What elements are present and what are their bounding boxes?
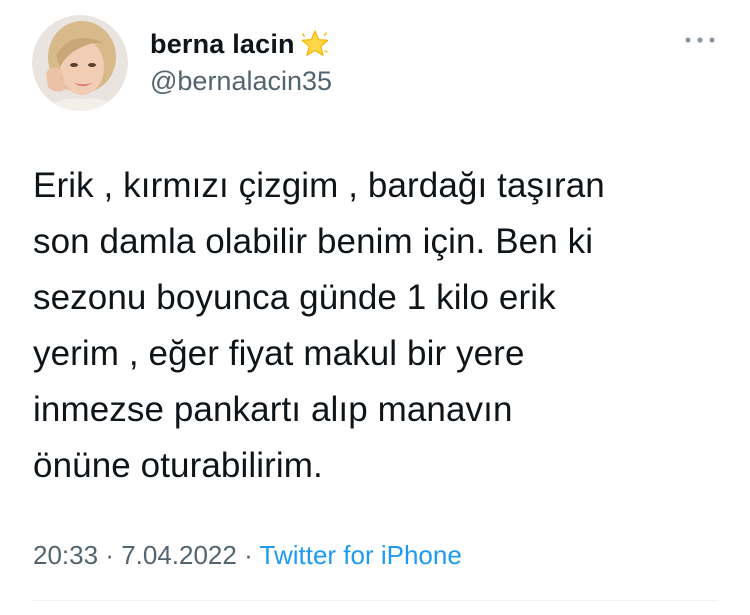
display-name-row[interactable]: berna lacin <box>150 27 331 61</box>
more-options-icon[interactable] <box>683 30 717 50</box>
tweet-text-line: önüne oturabilirim. <box>33 446 323 485</box>
tweet-meta: 20:33 · 7.04.2022 · Twitter for iPhone <box>33 540 462 571</box>
meta-separator: · <box>236 540 260 570</box>
tweet-text-line: yerim , eğer fiyat makul bir yere <box>33 334 525 373</box>
tweet-text-line: Erik , kırmızı çizgim , bardağı taşıran <box>33 166 605 205</box>
star-emoji-icon <box>299 28 331 60</box>
divider <box>33 600 718 601</box>
display-name[interactable]: berna lacin <box>150 29 295 60</box>
user-handle[interactable]: @bernalacin35 <box>150 66 332 97</box>
tweet-date[interactable]: 7.04.2022 <box>121 540 237 570</box>
meta-separator: · <box>98 540 122 570</box>
tweet-time[interactable]: 20:33 <box>33 540 98 570</box>
tweet-source-link[interactable]: Twitter for iPhone <box>260 540 462 570</box>
tweet-text-line: sezonu boyunca günde 1 kilo erik <box>33 278 556 317</box>
tweet-text: Erik , kırmızı çizgim , bardağı taşıran … <box>33 158 723 494</box>
tweet-text-line: inmezse pankartı alıp manavın <box>33 390 513 429</box>
tweet-text-line: son damla olabilir benim için. Ben ki <box>33 222 594 261</box>
profile-photo-avatar <box>32 15 128 111</box>
avatar[interactable] <box>32 15 128 111</box>
